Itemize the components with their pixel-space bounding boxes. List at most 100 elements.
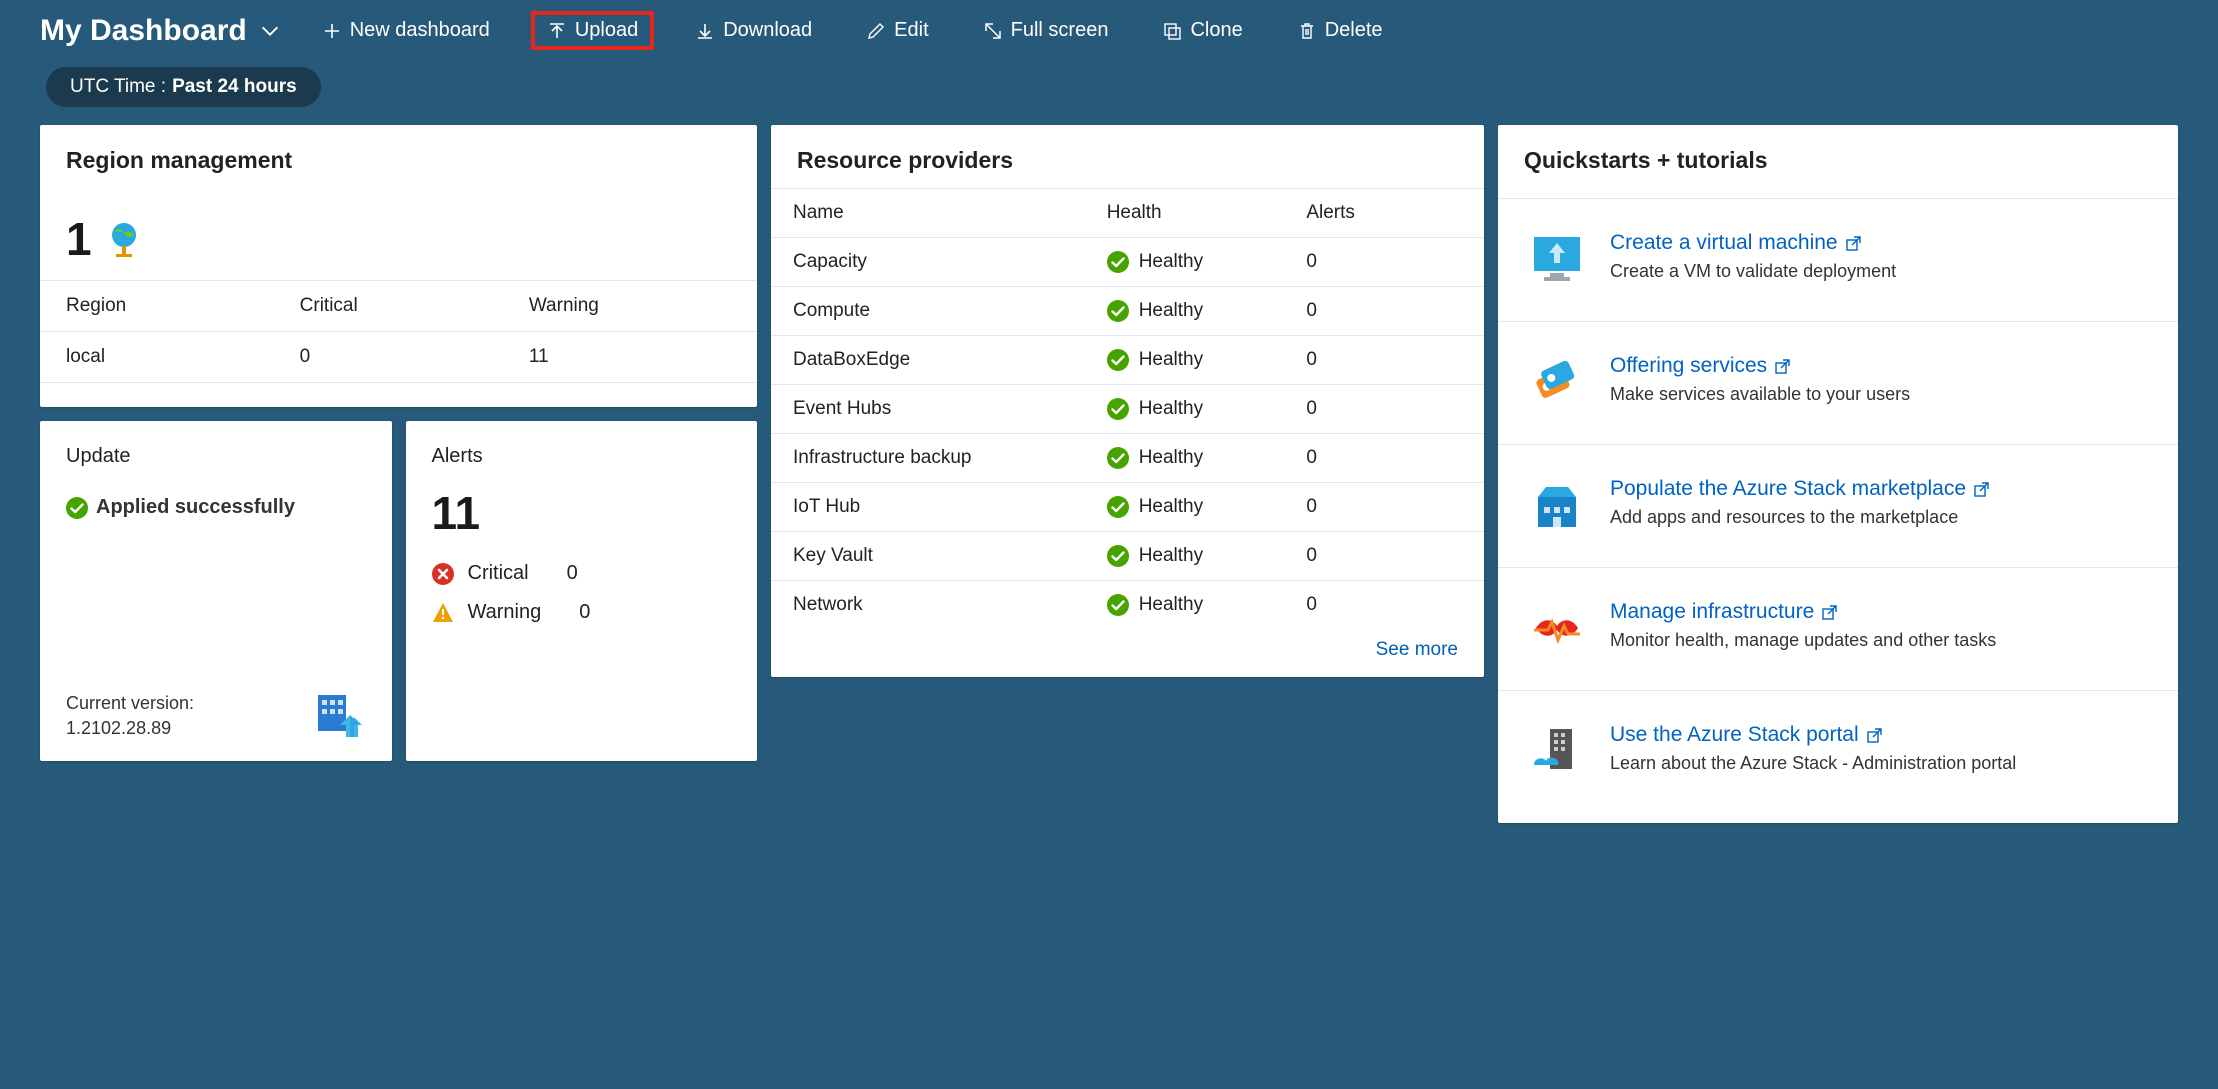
full-screen-label: Full screen (1011, 19, 1109, 42)
rp-name: Capacity (771, 238, 1085, 287)
edit-button[interactable]: Edit (853, 10, 941, 51)
qs-icon (1528, 477, 1586, 535)
dashboard-title: My Dashboard (40, 14, 247, 48)
time-range-pill[interactable]: UTC Time : Past 24 hours (46, 67, 321, 107)
clone-button[interactable]: Clone (1149, 10, 1255, 51)
rp-health: Healthy (1139, 398, 1203, 420)
rp-row[interactable]: Compute Healthy 0 (771, 287, 1484, 336)
dashboard-title-dropdown[interactable]: My Dashboard (40, 14, 281, 48)
trash-icon (1297, 21, 1317, 41)
delete-button[interactable]: Delete (1284, 10, 1396, 51)
plus-icon (322, 21, 342, 41)
rp-name: IoT Hub (771, 483, 1085, 532)
rp-alerts: 0 (1284, 336, 1484, 385)
rp-row[interactable]: Network Healthy 0 (771, 581, 1484, 630)
upload-icon (547, 21, 567, 41)
rp-health: Healthy (1139, 447, 1203, 469)
qs-icon (1528, 723, 1586, 781)
healthy-icon (1107, 496, 1129, 518)
rp-row[interactable]: Event Hubs Healthy 0 (771, 385, 1484, 434)
qs-desc: Make services available to your users (1610, 384, 1910, 405)
region-row[interactable]: local 0 11 (40, 332, 757, 383)
rp-row[interactable]: IoT Hub Healthy 0 (771, 483, 1484, 532)
qs-title: Quickstarts + tutorials (1498, 125, 2178, 188)
full-screen-button[interactable]: Full screen (970, 10, 1122, 51)
critical-cell: 0 (274, 332, 503, 383)
rp-alerts: 0 (1284, 434, 1484, 483)
pencil-icon (866, 21, 886, 41)
rp-name: Compute (771, 287, 1085, 336)
col-health: Health (1085, 189, 1285, 238)
qs-item: Create a virtual machine Create a VM to … (1498, 198, 2178, 321)
rp-name: Infrastructure backup (771, 434, 1085, 483)
alert-row[interactable]: Critical0 (406, 554, 758, 593)
qs-link[interactable]: Manage infrastructure (1610, 600, 1996, 624)
qs-link-label: Create a virtual machine (1610, 231, 1838, 255)
qs-link-label: Populate the Azure Stack marketplace (1610, 477, 1966, 501)
rp-name: Event Hubs (771, 385, 1085, 434)
external-link-icon (1775, 359, 1790, 374)
new-dashboard-button[interactable]: New dashboard (309, 10, 503, 51)
rp-health: Healthy (1139, 545, 1203, 567)
qs-item: Offering services Make services availabl… (1498, 321, 2178, 444)
qs-link-label: Use the Azure Stack portal (1610, 723, 1859, 747)
col-critical: Critical (274, 281, 503, 332)
clone-icon (1162, 21, 1182, 41)
rp-table-header: Name Health Alerts (771, 189, 1484, 238)
qs-link[interactable]: Use the Azure Stack portal (1610, 723, 2016, 747)
see-more-link[interactable]: See more (1376, 639, 1458, 660)
healthy-icon (1107, 349, 1129, 371)
qs-link[interactable]: Offering services (1610, 354, 1910, 378)
alerts-tile: Alerts 11 Critical0Warning0 (406, 421, 758, 761)
quickstarts-tile: Quickstarts + tutorials Create a virtual… (1498, 125, 2178, 823)
clone-label: Clone (1190, 19, 1242, 42)
rp-row[interactable]: Key Vault Healthy 0 (771, 532, 1484, 581)
upload-label: Upload (575, 19, 638, 42)
qs-item: Manage infrastructure Monitor health, ma… (1498, 567, 2178, 690)
rp-alerts: 0 (1284, 385, 1484, 434)
dashboard-toolbar: My Dashboard New dashboard Upload Downlo… (0, 0, 2218, 57)
qs-desc: Monitor health, manage updates and other… (1610, 630, 1996, 651)
rp-alerts: 0 (1284, 287, 1484, 336)
alert-row[interactable]: Warning 0 (406, 593, 758, 632)
version-value: 1.2102.28.89 (66, 718, 194, 739)
rp-row[interactable]: DataBoxEdge Healthy 0 (771, 336, 1484, 385)
rp-name: DataBoxEdge (771, 336, 1085, 385)
rp-health: Healthy (1139, 594, 1203, 616)
alerts-title: Alerts (406, 421, 758, 480)
external-link-icon (1822, 605, 1837, 620)
healthy-icon (1107, 251, 1129, 273)
rp-health: Healthy (1139, 349, 1203, 371)
update-status: Applied successfully (96, 496, 295, 519)
rp-alerts: 0 (1284, 581, 1484, 630)
qs-desc: Learn about the Azure Stack - Administra… (1610, 753, 2016, 774)
rp-alerts: 0 (1284, 532, 1484, 581)
healthy-icon (1107, 398, 1129, 420)
region-cell: local (40, 332, 274, 383)
qs-link[interactable]: Populate the Azure Stack marketplace (1610, 477, 1989, 501)
region-management-tile: Region management 1 Region Critical Warn… (40, 125, 757, 407)
qs-icon (1528, 600, 1586, 658)
col-region: Region (40, 281, 274, 332)
time-value: Past 24 hours (172, 76, 297, 98)
rp-alerts: 0 (1284, 483, 1484, 532)
globe-icon (104, 219, 144, 259)
qs-desc: Create a VM to validate deployment (1610, 261, 1896, 282)
healthy-icon (1107, 594, 1129, 616)
rp-row[interactable]: Infrastructure backup Healthy 0 (771, 434, 1484, 483)
qs-link-label: Manage infrastructure (1610, 600, 1814, 624)
alert-label: Warning (468, 601, 542, 624)
building-update-icon (306, 691, 366, 739)
rp-row[interactable]: Capacity Healthy 0 (771, 238, 1484, 287)
qs-icon (1528, 354, 1586, 412)
warning-icon (432, 602, 454, 624)
alert-count: 0 (567, 562, 578, 585)
alert-count: 0 (579, 601, 590, 624)
delete-label: Delete (1325, 19, 1383, 42)
resource-providers-tile: Resource providers Name Health Alerts Ca… (771, 125, 1484, 677)
edit-label: Edit (894, 19, 928, 42)
rp-health: Healthy (1139, 300, 1203, 322)
upload-button[interactable]: Upload (531, 11, 654, 50)
qs-link[interactable]: Create a virtual machine (1610, 231, 1896, 255)
download-button[interactable]: Download (682, 10, 825, 51)
